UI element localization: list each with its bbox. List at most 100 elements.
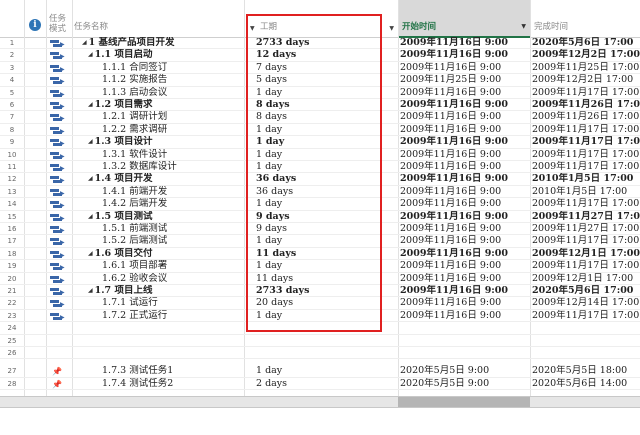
chevron-down-icon[interactable]: ▼: [521, 23, 526, 30]
task-mode-cell[interactable]: ▶: [46, 285, 72, 297]
task-name-cell[interactable]: 1.1.1 合同签订: [72, 62, 244, 74]
row-number[interactable]: 19: [0, 260, 24, 272]
task-name-cell[interactable]: ◢ 1 基线产品项目开发: [72, 37, 244, 49]
task-name-cell[interactable]: 1.7.3 测试任务1: [72, 365, 244, 377]
duration-cell[interactable]: 11 days: [244, 248, 384, 260]
duration-cell[interactable]: 2733 days: [244, 285, 384, 297]
row-number[interactable]: 16: [0, 223, 24, 235]
table-row[interactable]: 3 ▶ 1.1.1 合同签订 7 days 2009年11月16日 9:00 2009年1…: [0, 62, 640, 75]
collapse-toggle-icon[interactable]: ◢: [88, 173, 93, 185]
collapse-toggle-icon[interactable]: ◢: [88, 211, 93, 223]
task-name-cell[interactable]: 1.3.1 软件设计: [72, 149, 244, 161]
task-name-cell[interactable]: 1.1.3 启动会议: [72, 87, 244, 99]
chevron-down-icon[interactable]: ▼: [389, 25, 394, 32]
task-name-cell[interactable]: [72, 347, 244, 359]
start-cell[interactable]: 2009年11月16日 9:00: [398, 49, 530, 61]
task-mode-cell[interactable]: ▶: [46, 49, 72, 61]
table-row[interactable]: 25: [0, 335, 640, 347]
finish-cell[interactable]: 2009年11月17日 17:00: [530, 260, 640, 272]
task-name-cell[interactable]: 1.2.2 需求调研: [72, 124, 244, 136]
duration-cell[interactable]: 1 day: [244, 124, 384, 136]
task-name-cell[interactable]: 1.4.1 前端开发: [72, 186, 244, 198]
task-name-cell[interactable]: 1.6.1 项目部署: [72, 260, 244, 272]
task-mode-header[interactable]: 任务 模式: [46, 0, 72, 38]
collapse-toggle-icon[interactable]: ◢: [82, 37, 87, 49]
task-mode-cell[interactable]: ▶: [46, 99, 72, 111]
start-cell[interactable]: 2009年11月16日 9:00: [398, 37, 530, 49]
row-number[interactable]: 4: [0, 74, 24, 86]
start-cell[interactable]: 2009年11月16日 9:00: [398, 260, 530, 272]
task-mode-cell[interactable]: ▶: [46, 74, 72, 86]
row-number[interactable]: 21: [0, 285, 24, 297]
start-cell[interactable]: 2009年11月16日 9:00: [398, 136, 530, 148]
task-name-cell[interactable]: ◢ 1.3 项目设计: [72, 136, 244, 148]
duration-cell[interactable]: 36 days: [244, 173, 384, 185]
finish-cell[interactable]: 2020年5月6日 14:00: [530, 378, 640, 390]
task-mode-cell[interactable]: ▶: [46, 111, 72, 123]
duration-cell[interactable]: 5 days: [244, 74, 384, 86]
start-cell[interactable]: [398, 335, 530, 347]
duration-cell[interactable]: 1 day: [244, 198, 384, 210]
task-mode-cell[interactable]: ▶: [46, 198, 72, 210]
row-number[interactable]: 5: [0, 87, 24, 99]
start-cell[interactable]: 2009年11月25日 9:00: [398, 74, 530, 86]
finish-cell[interactable]: 2020年5月5日 18:00: [530, 365, 640, 377]
finish-cell[interactable]: 2009年12月1日 17:00: [530, 273, 640, 285]
table-row[interactable]: 20 ▶ 1.6.2 验收会议 11 days 2009年11月16日 9:00 2009…: [0, 273, 640, 285]
finish-cell[interactable]: 2009年11月26日 17:00: [530, 99, 640, 111]
table-row[interactable]: 6 ▶ ◢ 1.2 项目需求 8 days 2009年11月16日 9:00 2009年11…: [0, 99, 640, 112]
row-number[interactable]: 23: [0, 310, 24, 322]
task-mode-cell[interactable]: ▶: [46, 173, 72, 185]
duration-cell[interactable]: 11 days: [244, 273, 384, 285]
finish-cell[interactable]: [530, 322, 640, 334]
task-mode-cell[interactable]: ▶: [46, 124, 72, 136]
start-cell[interactable]: 2009年11月16日 9:00: [398, 310, 530, 322]
horizontal-scrollbar[interactable]: [0, 396, 640, 408]
finish-header[interactable]: 完成时间: [530, 0, 640, 38]
finish-cell[interactable]: 2009年11月27日 17:00: [530, 223, 640, 235]
task-mode-cell[interactable]: 📌: [46, 378, 72, 390]
table-row[interactable]: 26: [0, 347, 640, 360]
task-name-cell[interactable]: 1.5.2 后端测试: [72, 235, 244, 247]
table-row[interactable]: 22 ▶ 1.7.1 试运行 20 days 2009年11月16日 9:00 2009年…: [0, 297, 640, 310]
row-number[interactable]: 8: [0, 124, 24, 136]
finish-cell[interactable]: 2009年11月17日 17:00: [530, 310, 640, 322]
task-mode-cell[interactable]: ▶: [46, 235, 72, 247]
duration-cell[interactable]: 1 day: [244, 161, 384, 173]
row-number[interactable]: 17: [0, 235, 24, 247]
start-cell[interactable]: 2009年11月16日 9:00: [398, 87, 530, 99]
table-row[interactable]: 16 ▶ 1.5.1 前端测试 9 days 2009年11月16日 9:00 2009年…: [0, 223, 640, 236]
table-row[interactable]: 11 ▶ 1.3.2 数据库设计 1 day 2009年11月16日 9:00 2009年…: [0, 161, 640, 174]
task-name-cell[interactable]: [72, 335, 244, 347]
finish-cell[interactable]: 2009年11月26日 17:00: [530, 111, 640, 123]
finish-cell[interactable]: 2009年11月17日 17:00: [530, 124, 640, 136]
start-cell[interactable]: 2009年11月16日 9:00: [398, 211, 530, 223]
finish-cell[interactable]: [530, 347, 640, 359]
start-cell[interactable]: 2009年11月16日 9:00: [398, 111, 530, 123]
row-number[interactable]: 26: [0, 347, 24, 359]
task-mode-cell[interactable]: ▶: [46, 161, 72, 173]
table-row[interactable]: 1 ▶ ◢ 1 基线产品项目开发 2733 days 2009年11月16日 9:00 20…: [0, 37, 640, 50]
task-mode-cell[interactable]: ▶: [46, 87, 72, 99]
table-row[interactable]: 2 ▶ ◢ 1.1 项目启动 12 days 2009年11月16日 9:00 2009年1…: [0, 49, 640, 62]
finish-cell[interactable]: 2009年11月17日 17:00: [530, 198, 640, 210]
duration-cell[interactable]: 12 days: [244, 49, 384, 61]
finish-cell[interactable]: 2009年11月17日 17:00: [530, 149, 640, 161]
collapse-toggle-icon[interactable]: ◢: [88, 49, 93, 61]
task-name-cell[interactable]: 1.7.2 正式运行: [72, 310, 244, 322]
duration-cell[interactable]: 2 days: [244, 378, 384, 390]
table-row[interactable]: 10 ▶ 1.3.1 软件设计 1 day 2009年11月16日 9:00 2009年1…: [0, 149, 640, 161]
table-row[interactable]: 14 ▶ 1.4.2 后端开发 1 day 2009年11月16日 9:00 2009年1…: [0, 198, 640, 211]
start-cell[interactable]: 2009年11月16日 9:00: [398, 99, 530, 111]
row-number[interactable]: 25: [0, 335, 24, 347]
table-row[interactable]: 27 📌 1.7.3 测试任务1 1 day 2020年5月5日 9:00 2020年5月…: [0, 365, 640, 378]
task-mode-cell[interactable]: [46, 322, 72, 334]
finish-cell[interactable]: 2009年12月14日 17:00: [530, 297, 640, 309]
task-mode-cell[interactable]: ▶: [46, 297, 72, 309]
start-cell[interactable]: [398, 322, 530, 334]
duration-cell[interactable]: 1 day: [244, 260, 384, 272]
information-icon[interactable]: i: [29, 19, 41, 31]
task-name-cell[interactable]: ◢ 1.2 项目需求: [72, 99, 244, 111]
row-number[interactable]: 12: [0, 173, 24, 185]
task-name-cell[interactable]: 1.6.2 验收会议: [72, 273, 244, 285]
